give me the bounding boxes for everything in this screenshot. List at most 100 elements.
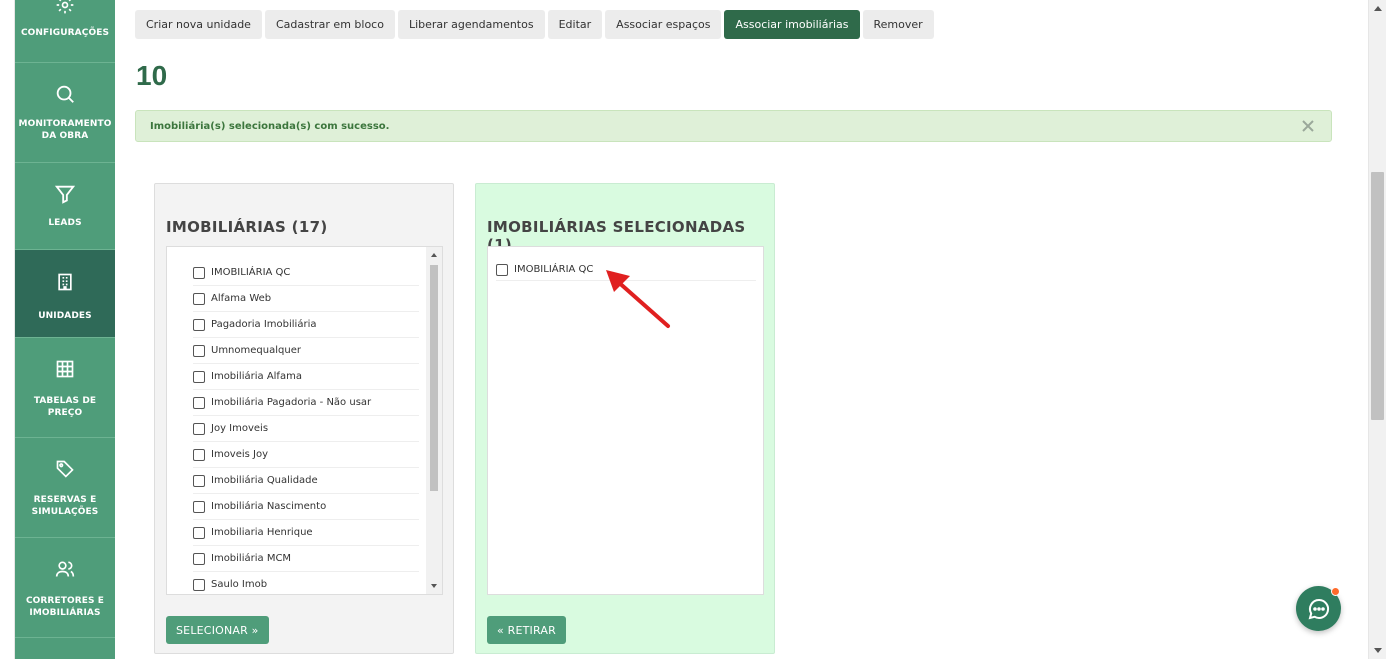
sidebar-item-label-2: SIMULAÇÕES <box>31 507 99 517</box>
scroll-up-icon[interactable] <box>431 253 437 257</box>
sidebar-item-reservas[interactable]: RESERVAS E SIMULAÇÕES <box>15 438 115 538</box>
list-item-label: Imobiliária Qualidade <box>211 475 318 486</box>
list-item-label: Imobiliária Alfama <box>211 371 302 382</box>
page-title: 10 <box>136 60 168 91</box>
checkbox[interactable] <box>193 422 205 435</box>
list-item[interactable]: Joy Imoveis <box>193 416 419 442</box>
sidebar-item-tabelas-de-preco[interactable]: TABELAS DE PREÇO <box>15 338 115 438</box>
checkbox[interactable] <box>193 578 205 591</box>
available-agencies-list[interactable]: IMOBILIÁRIA QC Alfama Web Pagadoria Imob… <box>166 246 443 595</box>
select-button[interactable]: SELECIONAR » <box>166 616 269 644</box>
list-item-label: IMOBILIÁRIA QC <box>211 267 291 278</box>
gear-icon <box>56 0 74 14</box>
scroll-down-icon[interactable] <box>1374 648 1382 653</box>
list-item[interactable]: Pagadoria Imobiliária <box>193 312 419 338</box>
create-unit-button[interactable]: Criar nova unidade <box>135 10 262 39</box>
chat-button[interactable] <box>1296 586 1341 631</box>
toolbar: Criar nova unidade Cadastrar em bloco Li… <box>135 10 934 39</box>
sidebar: CONFIGURAÇÕES MONITORAMENTO DA OBRA LEAD… <box>15 0 115 659</box>
funnel-icon <box>54 185 76 204</box>
sidebar-item-label: CORRETORES E <box>25 596 105 606</box>
notification-badge <box>1331 587 1340 596</box>
available-agencies-panel: IMOBILIÁRIAS (17) IMOBILIÁRIA QC Alfama … <box>154 183 454 654</box>
list-item[interactable]: Imobiliária Pagadoria - Não usar <box>193 390 419 416</box>
list-item-label: Umnomequalquer <box>211 345 301 356</box>
list-item-label: Imobiliária MCM <box>211 553 292 564</box>
sidebar-item-label-2: DA OBRA <box>41 131 89 141</box>
checkbox[interactable] <box>193 344 205 357</box>
checkbox[interactable] <box>193 266 205 279</box>
release-scheduling-button[interactable]: Liberar agendamentos <box>397 10 545 39</box>
grid-icon <box>56 360 74 378</box>
checkbox[interactable] <box>496 263 508 276</box>
search-icon <box>56 85 74 103</box>
sidebar-item-label: LEADS <box>48 218 82 228</box>
sidebar-item-leads[interactable]: LEADS <box>15 163 115 250</box>
sidebar-item-label: TABELAS DE <box>33 396 97 406</box>
list-item[interactable]: Alfama Web <box>193 286 419 312</box>
checkbox[interactable] <box>193 396 205 409</box>
annotation-arrow-icon <box>606 270 670 328</box>
list-item[interactable]: Umnomequalquer <box>193 338 419 364</box>
list-item-label: Imoveis Joy <box>211 449 269 460</box>
list-item[interactable]: IMOBILIÁRIA QC <box>193 260 419 286</box>
page-scrollbar[interactable] <box>1368 0 1386 659</box>
scroll-up-icon[interactable] <box>1374 6 1382 11</box>
sidebar-item-label: UNIDADES <box>38 311 92 321</box>
associate-spaces-button[interactable]: Associar espaços <box>605 10 722 39</box>
scroll-thumb[interactable] <box>430 265 438 491</box>
users-icon <box>55 561 75 577</box>
main-content: Criar nova unidade Cadastrar em bloco Li… <box>115 0 1368 659</box>
list-item[interactable]: Imoveis Joy <box>193 442 419 468</box>
close-icon[interactable] <box>1301 119 1315 133</box>
sidebar-item-label-2: IMOBILIÁRIAS <box>29 608 101 618</box>
checkbox[interactable] <box>193 448 205 461</box>
checkbox[interactable] <box>193 318 205 331</box>
available-agencies-title: IMOBILIÁRIAS (17) <box>166 218 328 236</box>
sidebar-item-corretores[interactable]: CORRETORES E IMOBILIÁRIAS <box>15 538 115 638</box>
list-item[interactable]: Imobiliária Alfama <box>193 364 419 390</box>
edit-button[interactable]: Editar <box>547 10 603 39</box>
success-alert: Imobiliária(s) selecionada(s) com sucess… <box>135 110 1332 142</box>
sidebar-item-label-2: PREÇO <box>47 408 83 418</box>
sidebar-item-unidades[interactable]: UNIDADES <box>15 250 115 338</box>
list-scrollbar[interactable] <box>426 247 442 594</box>
list-item-label: Pagadoria Imobiliária <box>211 319 317 330</box>
app-window: CONFIGURAÇÕES MONITORAMENTO DA OBRA LEAD… <box>0 0 1386 659</box>
checkbox[interactable] <box>193 500 205 513</box>
list-item[interactable]: Imobiliária Nascimento <box>193 494 419 520</box>
sidebar-item-monitoramento[interactable]: MONITORAMENTO DA OBRA <box>15 63 115 163</box>
scroll-down-icon[interactable] <box>431 584 437 588</box>
checkbox[interactable] <box>193 526 205 539</box>
list-item-label: Saulo Imob <box>211 579 268 590</box>
remove-button[interactable]: Remover <box>862 10 934 39</box>
list-item-label: Imobiliaria Henrique <box>211 527 313 538</box>
checkbox[interactable] <box>193 552 205 565</box>
building-icon <box>58 273 72 291</box>
associate-agencies-button[interactable]: Associar imobiliárias <box>724 10 860 39</box>
list-item[interactable]: Saulo Imob <box>193 572 419 594</box>
checkbox[interactable] <box>193 292 205 305</box>
list-item-label: Alfama Web <box>211 293 272 304</box>
window-edge <box>0 0 15 659</box>
chat-icon <box>1308 598 1329 619</box>
selected-agencies-panel: IMOBILIÁRIAS SELECIONADAS (1) IMOBILIÁRI… <box>475 183 775 654</box>
remove-selected-button[interactable]: « RETIRAR <box>487 616 566 644</box>
alert-message: Imobiliária(s) selecionada(s) com sucess… <box>150 121 390 132</box>
bulk-register-button[interactable]: Cadastrar em bloco <box>264 10 395 39</box>
sidebar-item-label: CONFIGURAÇÕES <box>20 28 110 38</box>
sidebar-item-label: MONITORAMENTO <box>18 119 112 129</box>
checkbox[interactable] <box>193 370 205 383</box>
scroll-thumb[interactable] <box>1371 172 1384 420</box>
sidebar-item-configuracoes[interactable]: CONFIGURAÇÕES <box>15 0 115 63</box>
sidebar-item-label: RESERVAS E <box>33 495 97 505</box>
list-item[interactable]: Imobiliária MCM <box>193 546 419 572</box>
list-item-label: Imobiliária Nascimento <box>211 501 327 512</box>
checkbox[interactable] <box>193 474 205 487</box>
list-item-label: IMOBILIÁRIA QC <box>514 264 594 275</box>
list-item-label: Imobiliária Pagadoria - Não usar <box>211 397 372 408</box>
list-item[interactable]: Imobiliaria Henrique <box>193 520 419 546</box>
list-item[interactable]: Imobiliária Qualidade <box>193 468 419 494</box>
list-item-label: Joy Imoveis <box>211 423 269 434</box>
tag-icon <box>56 460 74 478</box>
